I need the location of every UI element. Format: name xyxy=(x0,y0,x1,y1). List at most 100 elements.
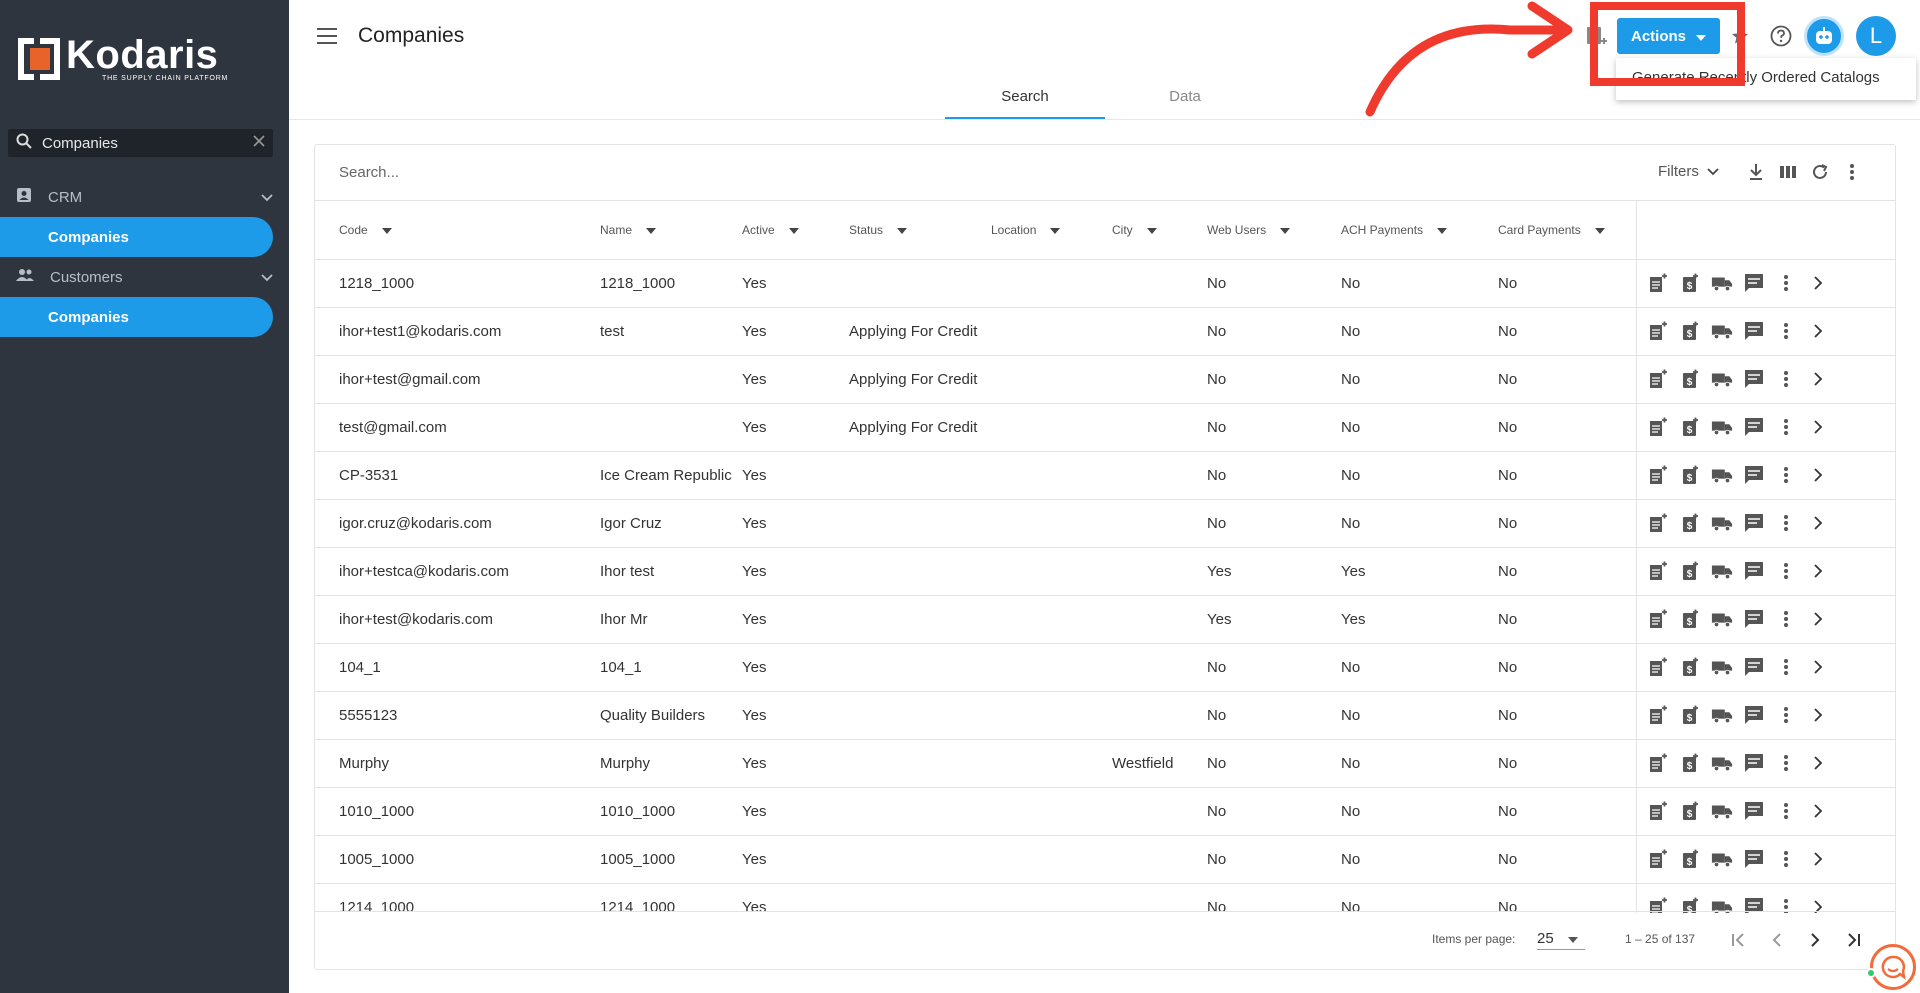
column-header[interactable]: Web Users xyxy=(1197,201,1331,260)
sort-caret-icon[interactable] xyxy=(1050,227,1061,234)
more-vert-icon[interactable] xyxy=(1775,608,1797,630)
more-vert-icon[interactable] xyxy=(1775,848,1797,870)
sidebar-group-customers[interactable]: Customers xyxy=(0,260,273,294)
add-note-icon[interactable] xyxy=(1647,416,1669,438)
add-note-icon[interactable] xyxy=(1647,800,1669,822)
chevron-right-icon[interactable] xyxy=(1807,704,1829,726)
comment-icon[interactable] xyxy=(1743,272,1765,294)
comment-icon[interactable] xyxy=(1743,656,1765,678)
quote-dollar-icon[interactable]: $ xyxy=(1679,512,1701,534)
comment-icon[interactable] xyxy=(1743,560,1765,582)
comment-icon[interactable] xyxy=(1743,608,1765,630)
comment-icon[interactable] xyxy=(1743,464,1765,486)
sort-caret-icon[interactable] xyxy=(646,227,657,234)
table-row[interactable]: igor.cruz@kodaris.com Igor Cruz Yes No No No $ xyxy=(315,499,1895,548)
quote-dollar-icon[interactable]: $ xyxy=(1679,320,1701,342)
avatar[interactable]: L xyxy=(1856,16,1896,56)
quote-dollar-icon[interactable]: $ xyxy=(1679,608,1701,630)
shipping-truck-icon[interactable] xyxy=(1711,320,1733,342)
sort-caret-icon[interactable] xyxy=(1437,227,1448,234)
shipping-truck-icon[interactable] xyxy=(1711,272,1733,294)
table-search-input[interactable] xyxy=(339,164,1239,181)
quote-dollar-icon[interactable]: $ xyxy=(1679,464,1701,486)
chevron-right-icon[interactable] xyxy=(1807,752,1829,774)
table-row[interactable]: 1010_1000 1010_1000 Yes No No No $ xyxy=(315,787,1895,836)
table-row[interactable]: CP-3531 Ice Cream Republic Yes No No No $ xyxy=(315,451,1895,500)
filters-button[interactable]: Filters xyxy=(1658,163,1719,180)
chevron-right-icon[interactable] xyxy=(1807,368,1829,390)
add-note-icon[interactable] xyxy=(1647,464,1669,486)
shipping-truck-icon[interactable] xyxy=(1711,368,1733,390)
table-row[interactable]: 5555123 Quality Builders Yes No No No $ xyxy=(315,691,1895,740)
chevron-right-icon[interactable] xyxy=(1807,512,1829,534)
comment-icon[interactable] xyxy=(1743,512,1765,534)
chevron-right-icon[interactable] xyxy=(1807,800,1829,822)
comment-icon[interactable] xyxy=(1743,848,1765,870)
comment-icon[interactable] xyxy=(1743,320,1765,342)
more-vert-icon[interactable] xyxy=(1775,560,1797,582)
shipping-truck-icon[interactable] xyxy=(1711,416,1733,438)
shipping-truck-icon[interactable] xyxy=(1711,848,1733,870)
quote-dollar-icon[interactable]: $ xyxy=(1679,368,1701,390)
table-scroll-area[interactable]: Code Name Active Status Location City Web User… xyxy=(315,201,1895,913)
chevron-right-icon[interactable] xyxy=(1807,272,1829,294)
shipping-truck-icon[interactable] xyxy=(1711,752,1733,774)
more-vert-icon[interactable] xyxy=(1775,368,1797,390)
sidebar-search-input[interactable]: Companies xyxy=(42,135,253,152)
table-row[interactable]: ihor+testca@kodaris.com Ihor test Yes Yes Ye… xyxy=(315,547,1895,596)
chevron-right-icon[interactable] xyxy=(1807,560,1829,582)
sidebar-search[interactable]: Companies xyxy=(8,129,273,157)
shipping-truck-icon[interactable] xyxy=(1711,512,1733,534)
more-vert-icon[interactable] xyxy=(1775,512,1797,534)
quote-dollar-icon[interactable]: $ xyxy=(1679,752,1701,774)
table-row[interactable]: ihor+test@gmail.com Yes Applying For Credi… xyxy=(315,355,1895,404)
add-note-icon[interactable] xyxy=(1647,752,1669,774)
tab-data[interactable]: Data xyxy=(1105,80,1265,120)
columns-icon[interactable] xyxy=(1777,161,1799,183)
table-row[interactable]: test@gmail.com Yes Applying For Credit No No… xyxy=(315,403,1895,452)
sort-caret-icon[interactable] xyxy=(381,227,392,234)
column-header[interactable]: ACH Payments xyxy=(1331,201,1488,260)
refresh-icon[interactable] xyxy=(1809,161,1831,183)
add-note-icon[interactable] xyxy=(1647,560,1669,582)
more-vert-icon[interactable] xyxy=(1775,656,1797,678)
quote-dollar-icon[interactable]: $ xyxy=(1679,416,1701,438)
chevron-right-icon[interactable] xyxy=(1807,320,1829,342)
next-page-icon[interactable] xyxy=(1803,928,1827,952)
add-note-icon[interactable] xyxy=(1647,848,1669,870)
quote-dollar-icon[interactable]: $ xyxy=(1679,560,1701,582)
column-header[interactable]: Card Payments xyxy=(1488,201,1636,260)
comment-icon[interactable] xyxy=(1743,368,1765,390)
sort-caret-icon[interactable] xyxy=(897,227,908,234)
add-note-icon[interactable] xyxy=(1647,656,1669,678)
quote-dollar-icon[interactable]: $ xyxy=(1679,272,1701,294)
quote-dollar-icon[interactable]: $ xyxy=(1679,800,1701,822)
quote-dollar-icon[interactable]: $ xyxy=(1679,848,1701,870)
tab-search[interactable]: Search xyxy=(945,80,1105,120)
shipping-truck-icon[interactable] xyxy=(1711,608,1733,630)
shipping-truck-icon[interactable] xyxy=(1711,560,1733,582)
chat-support-icon[interactable] xyxy=(1870,944,1916,990)
chevron-right-icon[interactable] xyxy=(1807,848,1829,870)
add-note-icon[interactable] xyxy=(1647,704,1669,726)
assistant-bot-icon[interactable] xyxy=(1804,16,1844,56)
table-row[interactable]: 1005_1000 1005_1000 Yes No No No $ xyxy=(315,835,1895,884)
column-header[interactable]: Code xyxy=(315,201,590,260)
last-page-icon[interactable] xyxy=(1841,928,1865,952)
chevron-right-icon[interactable] xyxy=(1807,416,1829,438)
sidebar-group-crm[interactable]: CRM xyxy=(0,180,273,214)
shipping-truck-icon[interactable] xyxy=(1711,656,1733,678)
items-per-page-select[interactable]: 25 xyxy=(1537,930,1585,950)
table-row[interactable]: ihor+test@kodaris.com Ihor Mr Yes Yes Yes No $ xyxy=(315,595,1895,644)
clear-search-icon[interactable] xyxy=(253,134,265,152)
column-header[interactable]: Name xyxy=(590,201,732,260)
table-row[interactable]: ihor+test1@kodaris.com test Yes Applying Fo… xyxy=(315,307,1895,356)
add-note-icon[interactable] xyxy=(1647,320,1669,342)
more-vert-icon[interactable] xyxy=(1775,800,1797,822)
table-row[interactable]: 1214_1000 1214_1000 Yes No No No $ xyxy=(315,883,1895,913)
column-header[interactable]: Active xyxy=(732,201,839,260)
sort-caret-icon[interactable] xyxy=(1146,227,1157,234)
table-row[interactable]: Murphy Murphy Yes Westfield No No No $ xyxy=(315,739,1895,788)
more-vert-icon[interactable] xyxy=(1775,464,1797,486)
first-page-icon[interactable] xyxy=(1727,928,1751,952)
